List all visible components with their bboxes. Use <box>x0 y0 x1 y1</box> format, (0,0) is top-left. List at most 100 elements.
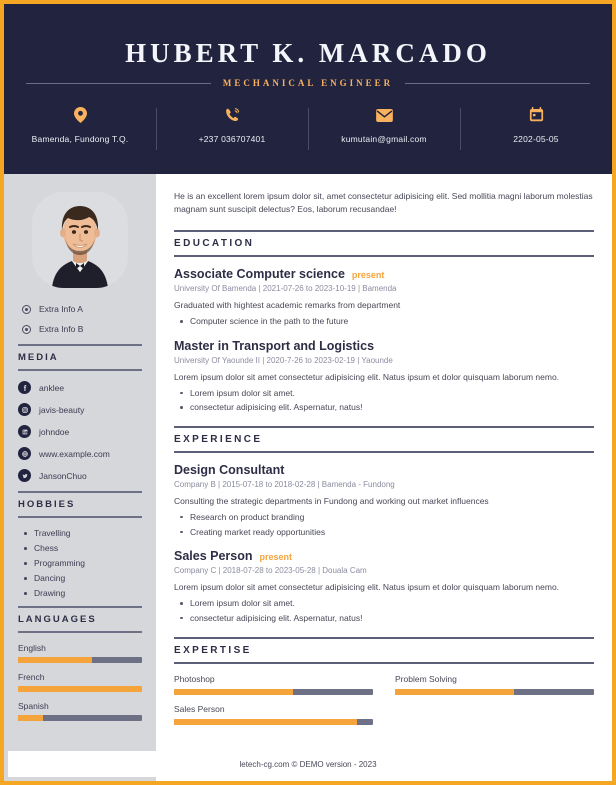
hobby-item: Programming <box>22 558 142 568</box>
experience-entry-desc: Lorem ipsum dolor sit amet consectetur a… <box>174 582 560 593</box>
education-entry-meta: University Of Yaounde II | 2020-7-26 to … <box>174 355 393 365</box>
skill-item-sales-person: Sales Person <box>174 704 373 725</box>
expertise-section: EXPERTISE Photoshop Problem Solving Sale… <box>174 636 594 725</box>
hobby-item: Drawing <box>22 588 142 598</box>
education-heading: EDUCATION <box>174 230 594 258</box>
experience-entry-bullets: Lorem ipsum dolor sit amet. consectetur … <box>174 597 594 625</box>
education-entry-bullets: Lorem ipsum dolor sit amet. consectetur … <box>174 387 594 415</box>
status-badge: present <box>351 270 385 281</box>
skill-item-problem-solving: Problem Solving <box>395 674 594 695</box>
skill-label: Problem Solving <box>395 673 457 684</box>
skill-level-fill <box>395 688 515 695</box>
globe-icon <box>18 447 31 460</box>
experience-entry-bullets: Research on product branding Creating ma… <box>174 511 594 539</box>
list-item: Creating market ready opportunities <box>174 526 594 539</box>
education-entry-meta: University Of Bamenda | 2021-07-26 to 20… <box>174 284 397 294</box>
title-rule-left <box>26 82 211 84</box>
media-linkedin-label: johndoe <box>39 426 70 437</box>
media-item-website[interactable]: www.example.com <box>18 447 142 460</box>
extra-info-item-a[interactable]: Extra Info A <box>22 304 142 314</box>
language-level-bar <box>18 715 142 721</box>
skill-level-bar <box>395 688 594 695</box>
candidate-name: HUBERT K. MARCADO <box>125 38 491 68</box>
skill-item-photoshop: Photoshop <box>174 674 373 695</box>
media-item-linkedin[interactable]: johndoe <box>18 425 142 438</box>
experience-entry-title-row: Sales Person present <box>174 549 594 563</box>
hobby-item: Chess <box>22 543 142 553</box>
resume-header: HUBERT K. MARCADO MECHANICAL ENGINEER Ba… <box>4 4 612 174</box>
media-item-instagram[interactable]: javis-beauty <box>18 403 142 416</box>
skill-label: Sales Person <box>174 703 225 714</box>
linkedin-icon <box>18 425 31 438</box>
profile-summary: He is an excellent lorem ipsum dolor sit… <box>174 191 593 215</box>
extra-info-item-b[interactable]: Extra Info B <box>22 324 142 334</box>
avatar-wrapper <box>18 192 142 288</box>
instagram-icon <box>18 403 31 416</box>
title-rule-right <box>405 82 591 84</box>
language-item-french: French <box>18 672 142 692</box>
media-section: MEDIA anklee javis-beauty johndoe www.ex… <box>18 344 142 482</box>
experience-entry-title-row: Design Consultant <box>174 463 594 477</box>
list-item: consectetur adipisicing elit. Aspernatur… <box>174 401 594 414</box>
language-label: Spanish <box>18 701 49 711</box>
education-entry-title-row: Associate Computer science present <box>174 267 594 281</box>
contact-phone-value: +237 036707401 <box>198 134 266 144</box>
hobbies-section: HOBBIES Travelling Chess Programming Dan… <box>18 491 142 598</box>
skill-level-fill <box>174 688 294 695</box>
footer-text: letech-cg.com © DEMO version - 2023 <box>239 759 377 769</box>
media-item-twitter[interactable]: JansonChuo <box>18 469 142 482</box>
education-entry-desc: Lorem ipsum dolor sit amet consectetur a… <box>174 371 560 382</box>
avatar <box>32 192 128 288</box>
media-website-label: www.example.com <box>39 448 110 459</box>
extra-info-list: Extra Info A Extra Info B <box>18 304 142 334</box>
media-list: anklee javis-beauty johndoe www.example.… <box>18 381 142 482</box>
status-badge: present <box>259 552 293 563</box>
experience-entry-meta: Company B | 2015-07-18 to 2018-02-28 | B… <box>174 480 395 490</box>
list-item: Computer science in the path to the futu… <box>174 315 594 328</box>
resume-page: HUBERT K. MARCADO MECHANICAL ENGINEER Ba… <box>0 0 616 785</box>
calendar-icon <box>466 106 606 124</box>
language-item-english: English <box>18 643 142 663</box>
skill-level-bar <box>174 718 373 725</box>
circle-dot-icon <box>22 324 31 334</box>
extra-info-a-label: Extra Info A <box>39 304 83 314</box>
education-entry: Master in Transport and Logistics Univer… <box>174 339 594 414</box>
contact-email[interactable]: kumutain@gmail.com <box>308 106 460 150</box>
media-instagram-label: javis-beauty <box>39 404 85 415</box>
contact-location[interactable]: Bamenda, Fundong T.Q. <box>4 106 156 144</box>
experience-entry: Sales Person present Company C | 2018-07… <box>174 549 594 624</box>
sidebar: Extra Info A Extra Info B MEDIA anklee j… <box>4 174 156 781</box>
experience-section: EXPERIENCE Design Consultant Company B |… <box>174 426 594 625</box>
envelope-icon <box>314 106 454 124</box>
list-item: Research on product branding <box>174 511 594 524</box>
location-pin-icon <box>10 106 150 124</box>
experience-entry-title: Design Consultant <box>174 463 285 478</box>
contact-bar: Bamenda, Fundong T.Q. +237 036707401 kum… <box>4 106 612 150</box>
languages-heading: LANGUAGES <box>18 606 142 633</box>
contact-location-value: Bamenda, Fundong T.Q. <box>31 134 129 144</box>
extra-info-b-label: Extra Info B <box>39 324 84 334</box>
language-level-bar <box>18 657 142 663</box>
language-level-fill <box>18 686 142 692</box>
contact-email-value: kumutain@gmail.com <box>341 134 427 144</box>
experience-heading: EXPERIENCE <box>174 426 594 454</box>
language-label: English <box>18 643 46 653</box>
footer: letech-cg.com © DEMO version - 2023 <box>8 751 608 777</box>
job-title-row: MECHANICAL ENGINEER <box>26 78 591 88</box>
hobbies-list: Travelling Chess Programming Dancing Dra… <box>22 528 142 598</box>
language-item-spanish: Spanish <box>18 701 142 721</box>
experience-entry-desc: Consulting the strategic departments in … <box>174 496 489 507</box>
media-item-facebook[interactable]: anklee <box>18 381 142 394</box>
experience-entry-title: Sales Person <box>174 549 253 564</box>
list-item: Lorem ipsum dolor sit amet. <box>174 597 594 610</box>
skill-level-fill <box>174 718 358 725</box>
education-entry-title: Master in Transport and Logistics <box>174 338 375 353</box>
twitter-icon <box>18 469 31 482</box>
resume-body: Extra Info A Extra Info B MEDIA anklee j… <box>4 174 612 781</box>
education-section: EDUCATION Associate Computer science pre… <box>174 230 594 414</box>
contact-date[interactable]: 2202-05-05 <box>460 106 612 150</box>
expertise-heading: EXPERTISE <box>174 636 594 664</box>
contact-phone[interactable]: +237 036707401 <box>156 106 308 150</box>
education-entry-title-row: Master in Transport and Logistics <box>174 339 594 353</box>
media-facebook-label: anklee <box>39 382 65 393</box>
